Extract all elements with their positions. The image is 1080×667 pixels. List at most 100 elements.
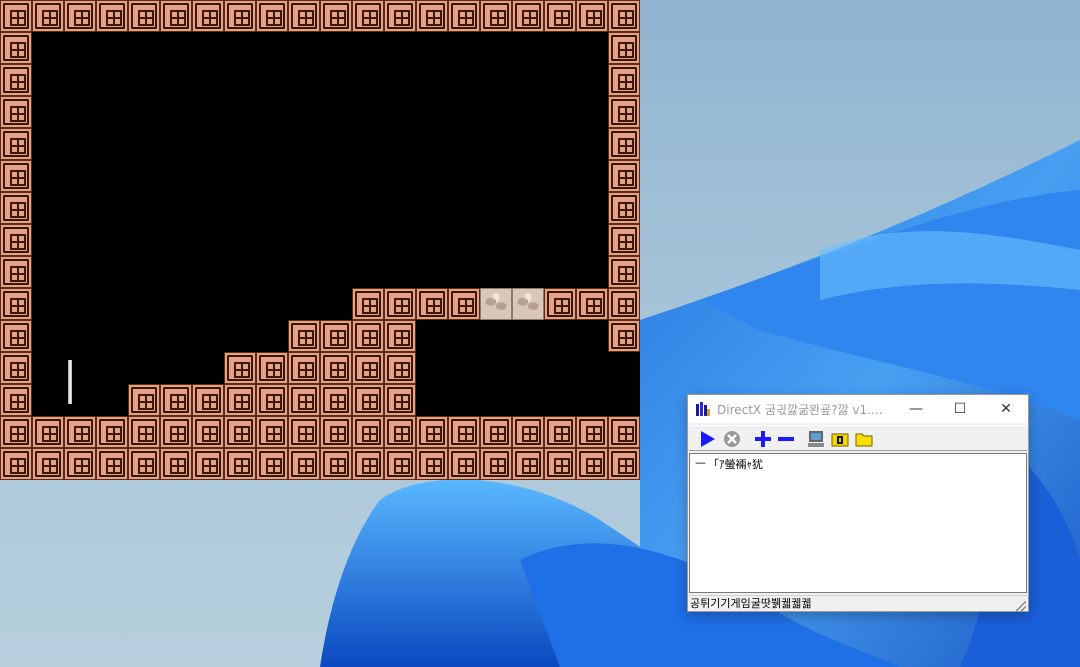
brick-block xyxy=(0,384,32,416)
stone-block xyxy=(480,288,512,320)
brick-block xyxy=(160,384,192,416)
brick-block xyxy=(416,288,448,320)
brick-block xyxy=(512,448,544,480)
brick-block xyxy=(160,448,192,480)
brick-block xyxy=(512,416,544,448)
brick-block xyxy=(256,448,288,480)
minus-icon[interactable] xyxy=(776,429,796,449)
brick-block xyxy=(384,288,416,320)
brick-block xyxy=(608,96,640,128)
brick-block xyxy=(352,320,384,352)
stop-circle-icon[interactable] xyxy=(722,429,742,449)
brick-block xyxy=(480,448,512,480)
brick-block xyxy=(608,320,640,352)
brick-block xyxy=(160,416,192,448)
brick-block xyxy=(352,448,384,480)
brick-block xyxy=(384,448,416,480)
brick-block xyxy=(608,64,640,96)
brick-block xyxy=(416,0,448,32)
brick-block xyxy=(608,288,640,320)
brick-block xyxy=(192,448,224,480)
brick-block xyxy=(288,0,320,32)
brick-block xyxy=(576,288,608,320)
brick-block xyxy=(608,0,640,32)
brick-block xyxy=(224,416,256,448)
brick-block xyxy=(0,224,32,256)
brick-block xyxy=(32,448,64,480)
list-item[interactable]: 「ｱ螢裲ｬ犹 xyxy=(708,456,763,472)
brick-block xyxy=(32,0,64,32)
brick-block xyxy=(0,32,32,64)
brick-block xyxy=(576,448,608,480)
brick-block xyxy=(576,416,608,448)
file-list[interactable]: — 「ｱ螢裲ｬ犹 xyxy=(689,453,1027,593)
stone-block xyxy=(512,288,544,320)
computer-icon[interactable] xyxy=(806,429,826,449)
app-books-icon xyxy=(696,402,710,416)
brick-block xyxy=(32,416,64,448)
brick-block xyxy=(256,0,288,32)
minimize-button[interactable]: — xyxy=(894,395,938,423)
brick-block xyxy=(352,288,384,320)
folder-icon[interactable] xyxy=(854,429,874,449)
brick-block xyxy=(224,448,256,480)
brick-block xyxy=(608,224,640,256)
brick-block xyxy=(0,320,32,352)
status-bar: 공튀기기게임굴땃뷁궯궯궯 xyxy=(689,595,1027,612)
brick-block xyxy=(256,416,288,448)
tree-connector: — xyxy=(695,456,706,469)
brick-block xyxy=(0,160,32,192)
brick-block xyxy=(0,64,32,96)
brick-block xyxy=(512,0,544,32)
brick-block xyxy=(0,192,32,224)
window-title: DirectX 굼긗깛굶뫈굪?깛 v1.... xyxy=(717,403,883,417)
brick-block xyxy=(576,0,608,32)
resize-grip[interactable] xyxy=(1016,601,1026,611)
brick-block xyxy=(544,448,576,480)
plus-icon[interactable] xyxy=(753,429,773,449)
brick-block xyxy=(0,0,32,32)
brick-block xyxy=(416,416,448,448)
toolbar xyxy=(689,425,1027,451)
brick-block xyxy=(288,416,320,448)
brick-block xyxy=(0,352,32,384)
brick-block xyxy=(224,384,256,416)
close-button[interactable]: ✕ xyxy=(984,395,1028,423)
directx-app-window[interactable]: DirectX 굼긗깛굶뫈굪?깛 v1.... — ☐ ✕ — 「ｱ螢裲ｬ犹 공… xyxy=(687,394,1029,612)
brick-block xyxy=(544,416,576,448)
player-sprite xyxy=(68,360,72,404)
brick-block xyxy=(384,0,416,32)
brick-block xyxy=(352,0,384,32)
brick-block xyxy=(416,448,448,480)
brick-block xyxy=(192,416,224,448)
brick-block xyxy=(96,0,128,32)
brick-block xyxy=(128,448,160,480)
brick-block xyxy=(320,416,352,448)
brick-block xyxy=(64,448,96,480)
folder-open-icon[interactable] xyxy=(830,429,850,449)
brick-block xyxy=(608,192,640,224)
brick-block xyxy=(128,0,160,32)
brick-block xyxy=(224,352,256,384)
brick-block xyxy=(96,448,128,480)
brick-block xyxy=(96,416,128,448)
maximize-button[interactable]: ☐ xyxy=(938,395,982,423)
brick-block xyxy=(0,96,32,128)
status-text: 공튀기기게임굴땃뷁궯궯궯 xyxy=(690,597,812,610)
brick-block xyxy=(608,416,640,448)
brick-block xyxy=(608,256,640,288)
brick-block xyxy=(320,384,352,416)
game-window[interactable] xyxy=(0,0,640,480)
brick-block xyxy=(448,0,480,32)
brick-block xyxy=(448,416,480,448)
brick-block xyxy=(544,288,576,320)
brick-block xyxy=(448,448,480,480)
brick-block xyxy=(0,416,32,448)
play-icon[interactable] xyxy=(698,429,718,449)
brick-block xyxy=(480,0,512,32)
brick-block xyxy=(64,0,96,32)
brick-block xyxy=(384,416,416,448)
brick-block xyxy=(288,352,320,384)
title-bar[interactable]: DirectX 굼긗깛굶뫈굪?깛 v1.... — ☐ ✕ xyxy=(688,395,1028,423)
brick-block xyxy=(192,384,224,416)
